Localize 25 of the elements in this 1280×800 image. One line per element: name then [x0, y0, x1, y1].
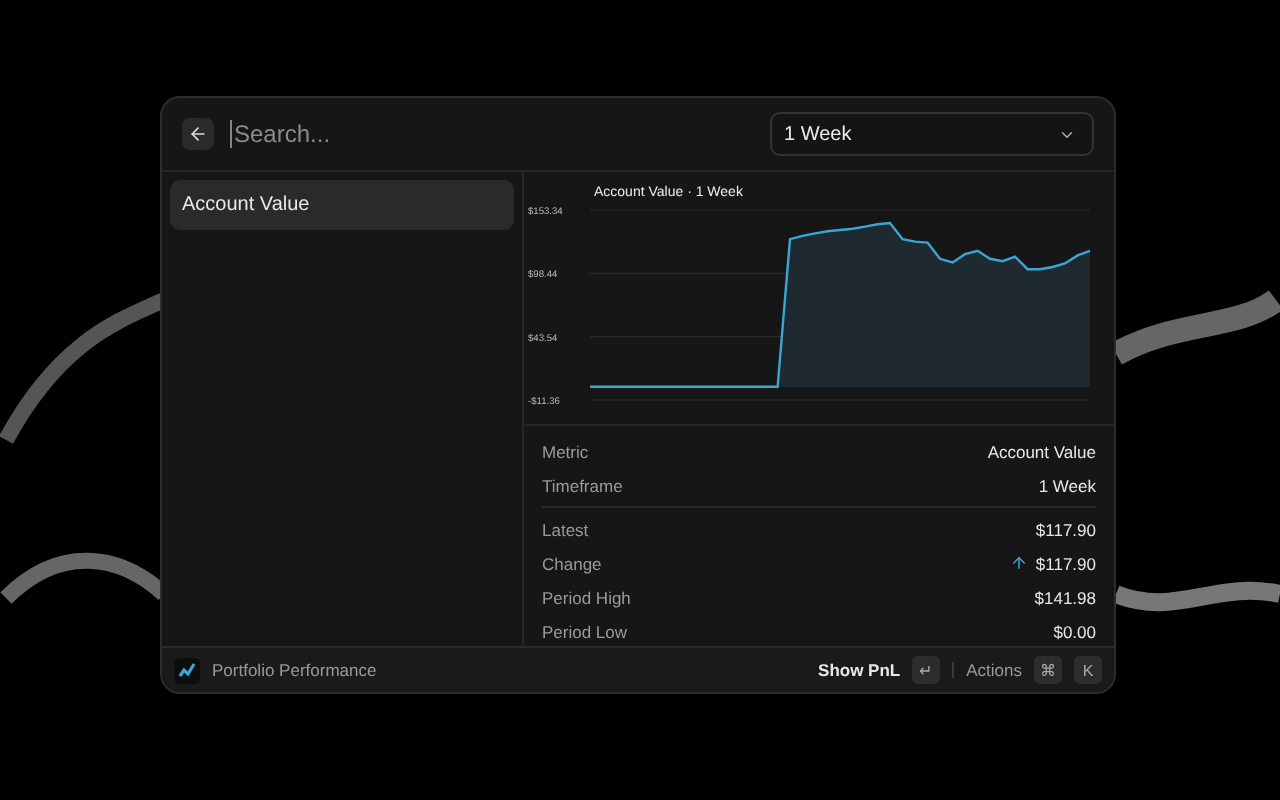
stat-label: Period Low	[542, 621, 628, 641]
back-button[interactable]	[182, 118, 214, 150]
stat-label: Latest	[542, 519, 589, 539]
show-pnl-button[interactable]: Show PnL	[818, 660, 901, 680]
keycap: ⌘	[1034, 656, 1062, 684]
stat-value: $117.90	[1035, 553, 1096, 573]
detail-label: Timeframe	[542, 475, 623, 495]
detail-value: Account Value	[987, 441, 1096, 461]
stat-value: $141.98	[1034, 587, 1096, 607]
actions-button[interactable]: Actions	[966, 660, 1022, 680]
stat-value: $0.00	[1053, 621, 1096, 641]
keycap: ↵	[912, 656, 941, 684]
sidebar-item[interactable]: Account Value	[170, 180, 514, 230]
footer-title: Portfolio Performance	[212, 660, 379, 680]
app-icon	[174, 657, 200, 683]
back-arrow-icon	[188, 124, 208, 144]
search-field[interactable]: Search...	[230, 120, 754, 148]
stat-value: $117.90	[1035, 519, 1096, 539]
detail-value: 1 Week	[1038, 475, 1096, 495]
keycap: K	[1074, 656, 1102, 684]
detail-label: Metric	[542, 441, 589, 461]
timeframe-dropdown[interactable]: 1 Week	[770, 112, 1094, 156]
stat-label: Change	[542, 553, 602, 573]
arrow-up-icon	[1009, 554, 1028, 572]
stat-label: Period High	[542, 587, 631, 607]
